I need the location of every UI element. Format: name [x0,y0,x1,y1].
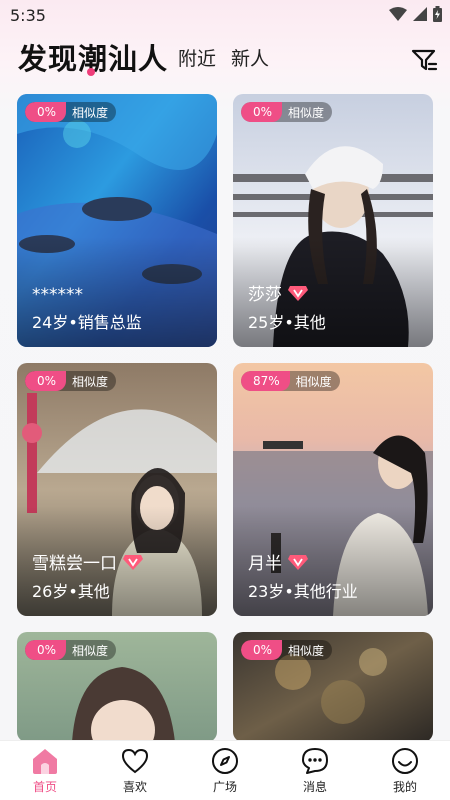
nav-home-label: 首页 [32,780,57,794]
profile-card[interactable]: 0% 相似度 莎莎 25岁•其他 [233,94,433,347]
match-badge: 0% 相似度 [241,102,333,122]
message-icon [302,748,328,774]
wifi-icon [389,7,407,21]
card-info: 25岁•其他 [248,313,326,332]
battery-icon [433,6,442,22]
compass-icon [212,748,238,774]
status-icons [389,6,442,22]
nav-profile[interactable]: 我的 [375,747,435,795]
match-label: 相似度 [295,374,332,389]
nav-square-label: 广场 [212,780,237,794]
card-info: 23岁•其他行业 [248,582,358,601]
match-percent: 0% [25,640,67,660]
nav-square[interactable]: 广场 [195,747,255,795]
card-name-row: 莎莎 [248,280,308,305]
profile-icon [392,748,418,774]
profile-card[interactable]: 0% 相似度 [233,632,433,742]
signal-icon [413,7,427,21]
tab-nearby[interactable]: 附近 [178,44,216,71]
card-name: ****** [32,285,83,305]
vip-badge-icon [288,285,308,301]
bottom-nav: 首页 喜欢 广场 消息 我的 [0,740,450,800]
tab-new[interactable]: 新人 [231,44,269,71]
match-label: 相似度 [72,374,109,389]
match-badge: 0% 相似度 [241,640,333,660]
card-name-row: ****** [32,285,83,305]
match-percent: 0% [25,102,67,122]
match-percent: 0% [241,640,283,660]
match-label: 相似度 [72,643,109,658]
profile-card[interactable]: 0% 相似度 ****** 24岁•销售总监 [17,94,217,347]
card-name: 月半 [248,554,282,574]
profile-card[interactable]: 0% 相似度 [17,632,217,742]
card-name-row: 雪糕尝一口 [32,549,143,574]
match-percent: 0% [25,371,67,391]
header: 发现潮汕人 附近 新人 [0,30,450,86]
match-badge: 0% 相似度 [25,640,117,660]
match-badge: 0% 相似度 [25,102,117,122]
vip-badge-icon [288,554,308,570]
profile-card[interactable]: 87% 相似度 月半 23岁•其他行业 [233,363,433,616]
nav-messages-label: 消息 [302,780,327,794]
card-name: 莎莎 [248,285,282,305]
card-info: 26岁•其他 [32,582,110,601]
card-name: 雪糕尝一口 [32,554,117,574]
nav-like-label: 喜欢 [122,780,147,794]
status-bar: 5:35 [0,0,450,30]
match-percent: 87% [241,371,290,391]
match-badge: 87% 相似度 [241,371,340,391]
card-info: 24岁•销售总监 [32,313,142,332]
match-label: 相似度 [288,643,325,658]
match-percent: 0% [241,102,283,122]
status-time: 5:35 [10,6,46,25]
heart-icon [121,748,149,774]
nav-like[interactable]: 喜欢 [105,747,165,795]
profile-card[interactable]: 0% 相似度 雪糕尝一口 26岁•其他 [17,363,217,616]
match-badge: 0% 相似度 [25,371,117,391]
filter-button[interactable] [410,46,438,74]
card-name-row: 月半 [248,549,308,574]
active-tab-indicator [87,68,95,76]
nav-home[interactable]: 首页 [15,747,75,795]
match-label: 相似度 [72,105,109,120]
nav-profile-label: 我的 [392,780,417,794]
filter-icon [411,49,438,71]
match-label: 相似度 [288,105,325,120]
vip-badge-icon [123,554,143,570]
nav-messages[interactable]: 消息 [285,747,345,795]
home-icon [33,749,57,774]
